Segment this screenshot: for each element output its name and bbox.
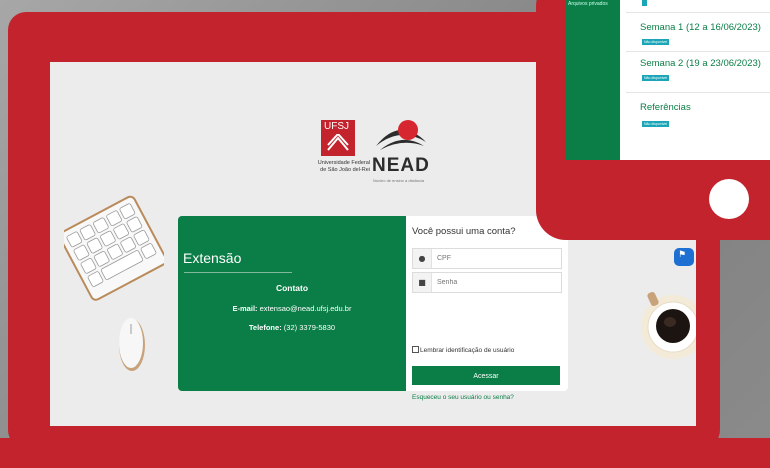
sidebar-item-private-files[interactable]: Arquivos privados: [568, 1, 608, 7]
phone-screen: Arquivos privados Semana 1 (12 a 16/06/2…: [566, 0, 770, 160]
mouse-decoration: [119, 318, 145, 371]
phone-home-button[interactable]: [709, 179, 749, 219]
coffee-cup-decoration: [641, 291, 696, 359]
phone-label: Telefone:: [248, 323, 282, 332]
email-label: E-mail:: [232, 304, 258, 313]
cpf-input[interactable]: [437, 252, 555, 264]
ufsj-name: Universidade Federal de São João del-Rei: [310, 160, 370, 174]
contact-panel: Extensão Contato E-mail: extensao@nead.u…: [178, 216, 406, 391]
phone-sidebar: Arquivos privados: [566, 0, 620, 160]
week-1-badge: Não disponível: [642, 39, 670, 45]
references-title[interactable]: Referências: [640, 102, 691, 113]
ufsj-logo: UFSJ: [321, 120, 355, 156]
help-icon[interactable]: ⚑: [674, 248, 694, 266]
week-2-badge: Não disponível: [642, 75, 670, 81]
contact-email-line: E-mail: extensao@nead.ufsj.edu.br: [178, 304, 406, 313]
lock-icon: ■: [413, 273, 432, 292]
nead-logo-mark: [376, 120, 426, 150]
contact-phone-line: Telefone: (32) 3379-5830: [178, 323, 406, 332]
password-field: ■: [412, 272, 562, 293]
keyboard-decoration: [64, 195, 164, 301]
title-divider: [184, 272, 292, 273]
remember-me[interactable]: Lembrar identificação de usuário: [412, 346, 514, 354]
login-button[interactable]: Acessar: [412, 366, 560, 385]
divider: [626, 51, 770, 52]
week-2-title[interactable]: Semana 2 (19 a 23/06/2023): [640, 58, 761, 69]
phone-frame: Arquivos privados Semana 1 (12 a 16/06/2…: [536, 0, 770, 240]
phone-value: (32) 3379-5830: [283, 323, 336, 332]
week-1-title[interactable]: Semana 1 (12 a 16/06/2023): [640, 22, 761, 33]
email-value: extensao@nead.ufsj.edu.br: [259, 304, 352, 313]
remember-label: Lembrar identificação de usuário: [420, 347, 515, 354]
forgot-password-link[interactable]: Esqueceu o seu usuário ou senha?: [412, 394, 514, 401]
password-input[interactable]: [437, 276, 555, 288]
section-title: Extensão: [183, 250, 242, 266]
divider: [626, 92, 770, 93]
user-icon: ●: [413, 249, 432, 268]
references-badge: Não disponível: [642, 121, 670, 127]
contact-heading: Contato: [275, 283, 309, 293]
divider: [626, 12, 770, 13]
nead-logo-text: NEAD: [372, 155, 430, 176]
remember-checkbox[interactable]: [412, 346, 419, 353]
ufsj-chevron-icon: [327, 134, 349, 151]
login-panel: Você possui uma conta? ● ■ Lembrar ident…: [406, 216, 568, 401]
cpf-field: ●: [412, 248, 562, 269]
nead-logo-subtitle: Núcleo de ensino a distância: [373, 178, 425, 183]
status-badge: [642, 0, 647, 6]
ufsj-logo-text: UFSJ: [324, 121, 349, 132]
ufsj-name-line2: de São João del-Rei: [320, 167, 370, 173]
login-title: Você possui uma conta?: [412, 226, 516, 237]
ufsj-name-line1: Universidade Federal: [317, 160, 370, 166]
